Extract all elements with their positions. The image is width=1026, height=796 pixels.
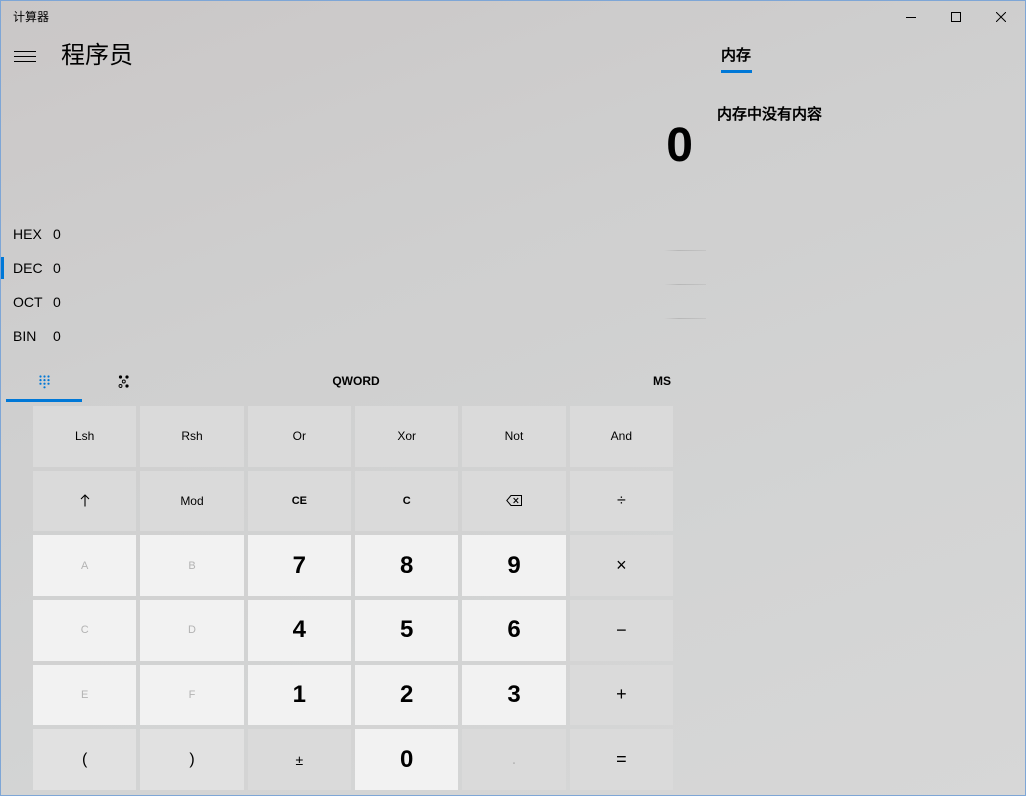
radix-label: HEX: [13, 226, 42, 242]
digit-4-button[interactable]: 4: [247, 600, 351, 661]
result-display: 0: [666, 119, 693, 172]
full-keypad-icon: [38, 374, 50, 388]
digit-6-button[interactable]: 6: [462, 600, 566, 661]
equals-button[interactable]: =: [569, 729, 673, 790]
hex-b-button[interactable]: B: [140, 535, 244, 596]
hex-c-button[interactable]: C: [33, 600, 137, 661]
backspace-button[interactable]: [462, 470, 566, 532]
bit-toggling-keypad-icon: [118, 375, 129, 388]
hex-d-button[interactable]: D: [140, 600, 244, 661]
memory-tab[interactable]: 内存: [721, 47, 752, 74]
digit-3-button[interactable]: 3: [462, 664, 566, 726]
backspace-icon: [506, 495, 522, 507]
radix-value: 0: [53, 294, 61, 310]
radix-row-dec[interactable]: DEC 0: [1, 251, 707, 285]
hex-a-button[interactable]: A: [33, 535, 137, 596]
radix-value: 0: [53, 328, 61, 344]
word-size-button[interactable]: QWORD: [306, 364, 406, 398]
digit-5-button[interactable]: 5: [355, 600, 459, 661]
close-button[interactable]: [978, 1, 1024, 32]
digit-2-button[interactable]: 2: [355, 664, 459, 726]
radix-value: 0: [53, 260, 61, 276]
app-title: 计算器: [13, 10, 50, 24]
radix-row-hex[interactable]: HEX 0: [1, 217, 707, 251]
digit-8-button[interactable]: 8: [355, 535, 459, 596]
radix-value: 0: [53, 226, 61, 242]
minimize-icon: [906, 16, 916, 18]
maximize-button[interactable]: [933, 1, 979, 32]
digit-7-button[interactable]: 7: [247, 535, 351, 596]
clear-button[interactable]: C: [355, 470, 459, 532]
maximize-icon: [951, 11, 961, 22]
or-button[interactable]: Or: [247, 406, 351, 467]
bit-toggling-keypad-tab[interactable]: [86, 365, 162, 402]
close-paren-button[interactable]: ): [140, 729, 244, 790]
radix-label: BIN: [13, 328, 37, 344]
hamburger-menu-icon: [14, 51, 36, 62]
memory-empty-message: 内存中没有内容: [717, 106, 823, 123]
hex-e-button[interactable]: E: [33, 664, 137, 726]
add-button[interactable]: +: [569, 664, 673, 726]
radix-row-oct[interactable]: OCT 0: [1, 285, 707, 319]
clear-entry-button[interactable]: CE: [247, 470, 351, 532]
negate-button[interactable]: ±: [247, 729, 351, 790]
selected-tab-underline: [721, 70, 752, 73]
lsh-button[interactable]: Lsh: [33, 406, 137, 467]
xor-button[interactable]: Xor: [355, 406, 459, 467]
rsh-button[interactable]: Rsh: [140, 406, 244, 467]
selected-tab-underline: [6, 399, 82, 402]
digit-0-button[interactable]: 0: [355, 729, 459, 790]
mode-title: 程序员: [61, 42, 133, 69]
keypad: Lsh Rsh Or Xor Not And Mod CE C ÷ A B 7 …: [33, 406, 673, 790]
divide-button[interactable]: ÷: [569, 470, 673, 532]
radix-label: OCT: [13, 294, 43, 310]
shift-button[interactable]: [33, 470, 137, 532]
close-icon: [996, 11, 1006, 22]
calculator-window: 计算器 程序员 0 HEX 0 DEC 0 OCT 0 BIN 0 QWORD …: [0, 0, 1026, 796]
and-button[interactable]: And: [569, 406, 673, 467]
multiply-button[interactable]: ×: [569, 535, 673, 596]
radix-row-bin[interactable]: BIN 0: [1, 319, 707, 353]
not-button[interactable]: Not: [462, 406, 566, 467]
mod-button[interactable]: Mod: [140, 470, 244, 532]
selected-radix-indicator: [1, 257, 4, 279]
decimal-point-button[interactable]: .: [462, 729, 566, 790]
digit-1-button[interactable]: 1: [247, 664, 351, 726]
shift-up-arrow-icon: [80, 494, 90, 507]
hex-f-button[interactable]: F: [140, 664, 244, 726]
open-paren-button[interactable]: (: [33, 729, 137, 790]
navigation-menu-button[interactable]: [13, 45, 37, 69]
memory-store-button[interactable]: MS: [637, 364, 687, 398]
minimize-button[interactable]: [888, 1, 934, 32]
full-keypad-tab[interactable]: [6, 365, 82, 402]
subtract-button[interactable]: −: [569, 600, 673, 661]
radix-label: DEC: [13, 260, 43, 276]
memory-tab-label: 内存: [721, 47, 752, 64]
digit-9-button[interactable]: 9: [462, 535, 566, 596]
radix-list: HEX 0 DEC 0 OCT 0 BIN 0: [1, 217, 707, 353]
